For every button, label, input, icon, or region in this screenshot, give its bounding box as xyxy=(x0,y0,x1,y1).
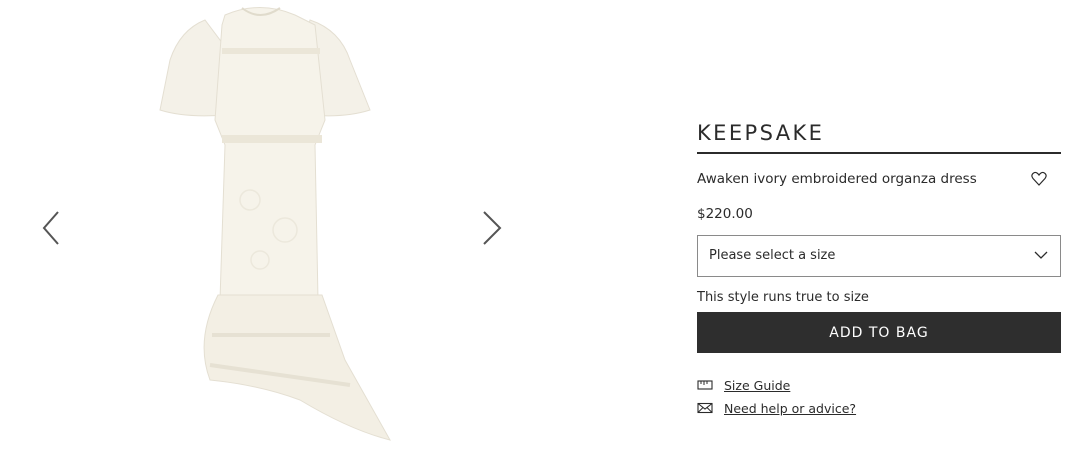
brand-name[interactable]: KEEPSAKE xyxy=(697,118,1061,154)
chevron-left-icon[interactable] xyxy=(38,208,68,248)
heart-icon[interactable] xyxy=(1031,171,1047,186)
chevron-right-icon[interactable] xyxy=(476,208,506,248)
fit-note: This style runs true to size xyxy=(697,290,869,305)
product-details-panel: KEEPSAKE Awaken ivory embroidered organz… xyxy=(697,118,1061,418)
product-gallery xyxy=(0,0,540,452)
help-link[interactable]: Need help or advice? xyxy=(724,401,856,416)
ruler-icon xyxy=(697,380,713,390)
add-to-bag-button[interactable]: ADD TO BAG xyxy=(697,312,1061,353)
title-row: Awaken ivory embroidered organza dress xyxy=(697,169,1061,189)
product-title: Awaken ivory embroidered organza dress xyxy=(697,171,977,187)
size-dropdown-label: Please select a size xyxy=(709,248,836,263)
product-price: $220.00 xyxy=(697,206,753,222)
envelope-icon xyxy=(697,402,713,414)
product-image[interactable] xyxy=(150,0,400,452)
size-guide-row[interactable]: Size Guide xyxy=(697,375,1061,395)
size-dropdown[interactable]: Please select a size xyxy=(697,235,1061,277)
size-guide-link[interactable]: Size Guide xyxy=(724,378,790,393)
help-row[interactable]: Need help or advice? xyxy=(697,398,1061,418)
chevron-down-icon xyxy=(1034,251,1048,259)
